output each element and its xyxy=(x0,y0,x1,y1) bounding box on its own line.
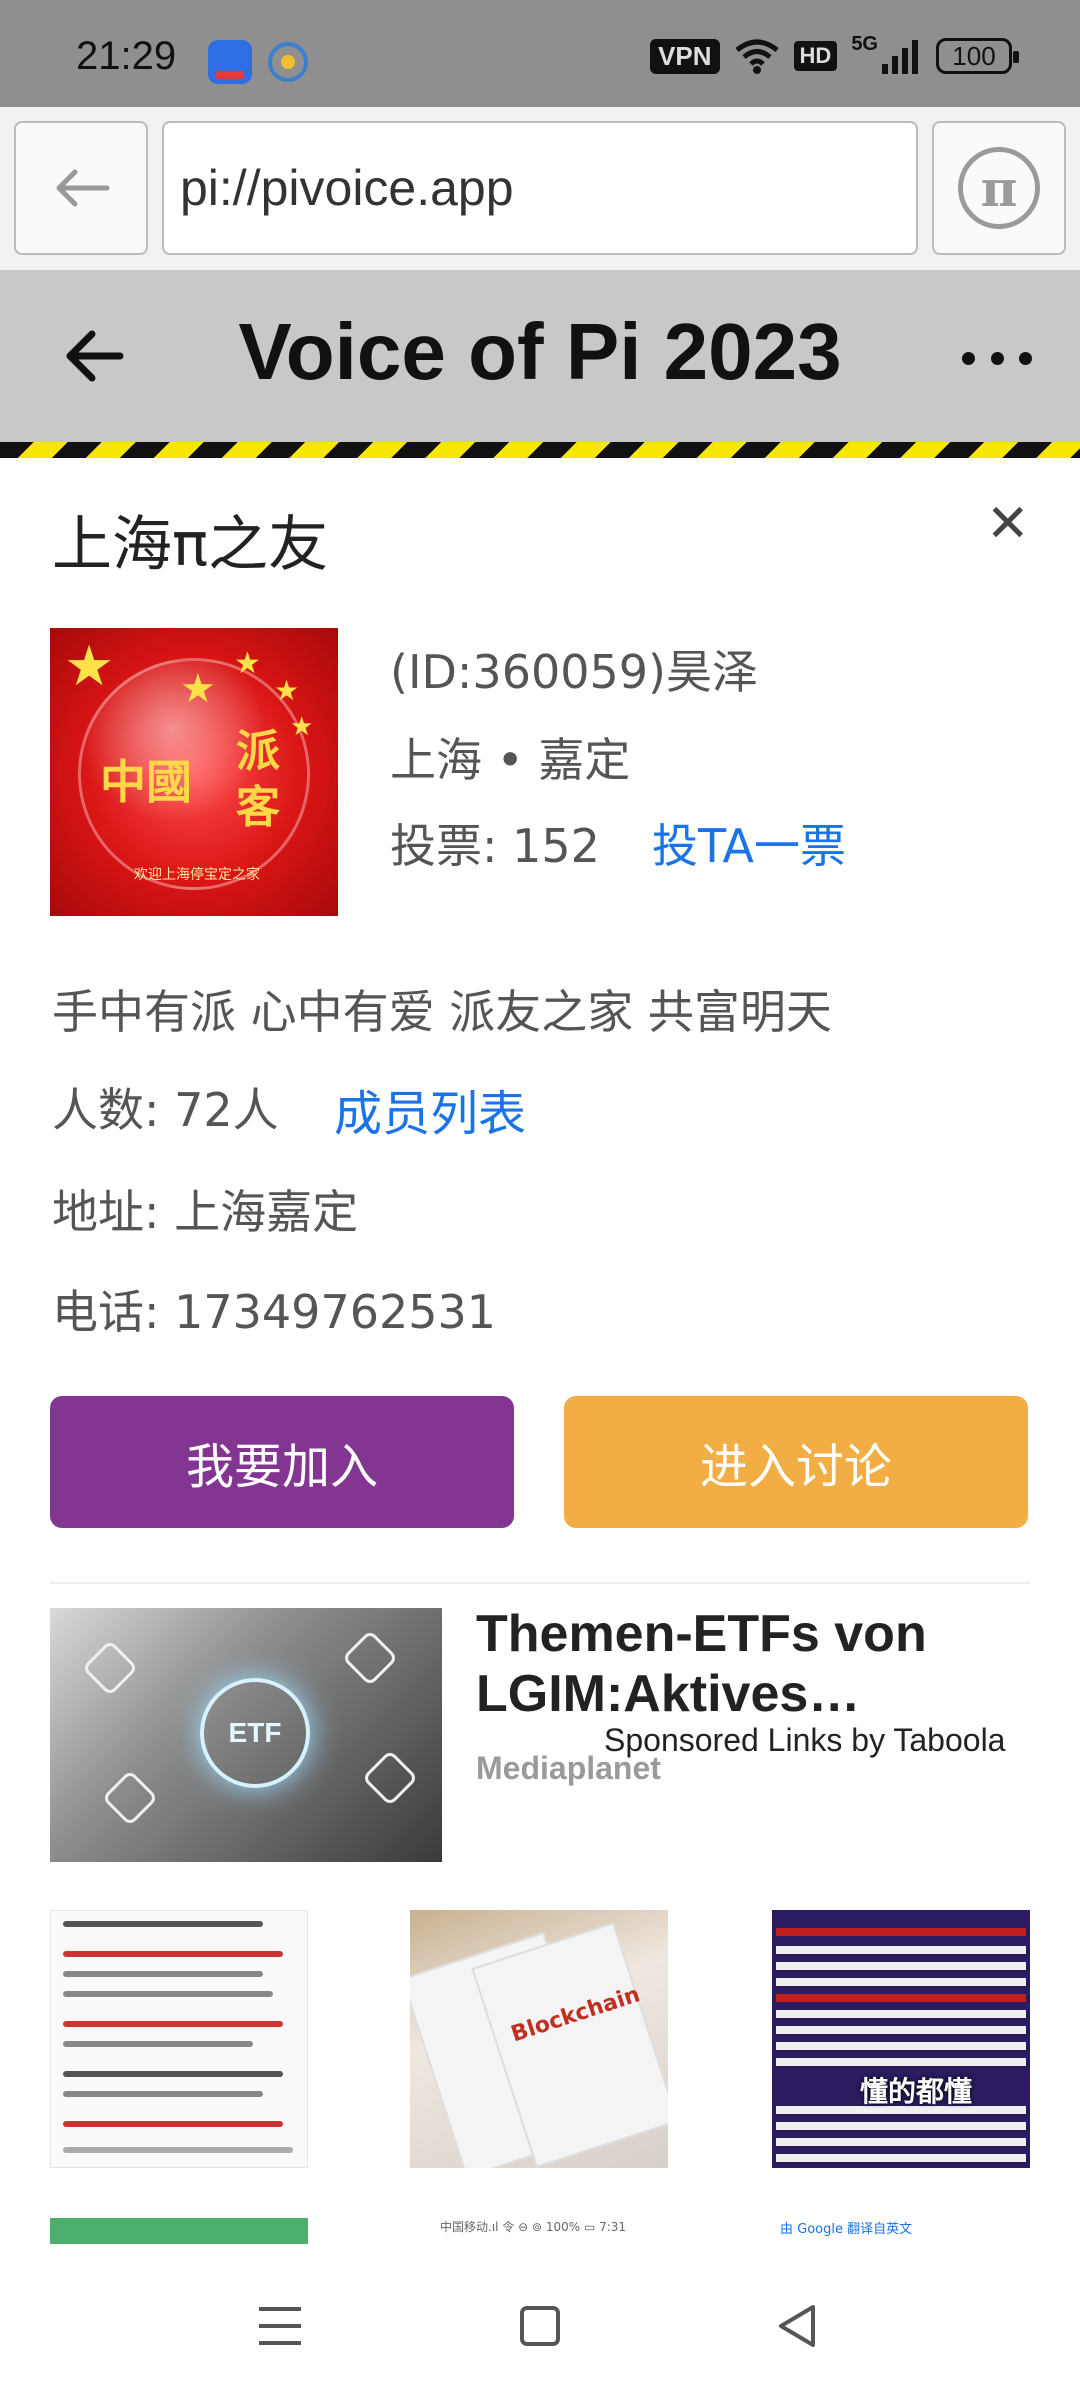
hd-badge: HD xyxy=(793,41,838,71)
group-id-leader: (ID:360059)昊泽 xyxy=(390,645,758,699)
etf-glow-icon: ETF xyxy=(200,1678,310,1788)
recommendation-thumbnail[interactable]: 懂的都懂 xyxy=(772,1910,1030,2168)
table-row xyxy=(776,1946,1026,1954)
triangle-back-icon[interactable] xyxy=(756,2286,836,2366)
network-type: 5G xyxy=(851,32,878,55)
hazard-stripe-divider xyxy=(0,442,1080,458)
atom-app-icon xyxy=(268,42,308,82)
group-name: 上海π之友 xyxy=(52,510,329,580)
page-title: Voice of Pi 2023 xyxy=(238,307,842,396)
thumb-line xyxy=(63,2021,283,2027)
hex-icon xyxy=(361,1749,419,1807)
member-count: 人数: 72人 xyxy=(52,1083,279,1137)
logo-text-left: 中國 xyxy=(100,755,192,809)
logo-caption: 欢迎上海停宝定之家 xyxy=(134,867,260,883)
signal-icon xyxy=(882,38,922,74)
ad-image[interactable]: ETF xyxy=(50,1608,442,1862)
group-votes: 投票: 152 xyxy=(390,819,600,873)
baidu-app-icon xyxy=(208,40,252,84)
more-menu-button[interactable] xyxy=(962,328,1032,388)
star-icon: ★ xyxy=(180,666,216,712)
sponsored-label[interactable]: Sponsored Links by Taboola xyxy=(604,1722,1005,1759)
star-icon: ★ xyxy=(290,712,314,742)
close-icon[interactable]: ✕ xyxy=(986,494,1030,554)
partial-thumbnail-text: 中国移动.ıl 令 ⊖ ⊚ 100% ▭ 7:31 xyxy=(440,2220,627,2234)
menu-icon[interactable] xyxy=(240,2286,320,2366)
pi-browser-button[interactable]: π xyxy=(932,121,1066,255)
hex-icon xyxy=(341,1629,399,1687)
table-row xyxy=(776,2154,1026,2162)
join-button[interactable]: 我要加入 xyxy=(50,1396,514,1528)
table-row xyxy=(776,1962,1026,1970)
pi-logo-icon: π xyxy=(958,147,1040,229)
discuss-button[interactable]: 进入讨论 xyxy=(564,1396,1028,1528)
logo-text-right: 派客 xyxy=(236,726,280,833)
ad-source: Mediaplanet xyxy=(476,1750,661,1786)
more-dot xyxy=(962,351,975,365)
divider xyxy=(50,1582,1030,1584)
recommendation-thumbnail[interactable] xyxy=(50,1910,308,2168)
browser-bar: pi://pivoice.app π xyxy=(0,107,1080,270)
table-row xyxy=(776,1994,1026,2002)
star-icon: ★ xyxy=(234,646,261,681)
table-row xyxy=(776,2138,1026,2146)
recommendation-thumbnail[interactable]: Blockchain xyxy=(410,1910,668,2168)
thumb-line xyxy=(63,1991,273,1997)
table-row xyxy=(776,2026,1026,2034)
battery-icon: 100 xyxy=(936,38,1019,74)
system-nav-bar xyxy=(0,2252,1080,2400)
table-row xyxy=(776,2058,1026,2066)
thumb-line xyxy=(63,2147,293,2153)
thumb-line xyxy=(63,2121,283,2127)
thumb-line xyxy=(63,1921,263,1927)
star-icon: ★ xyxy=(64,634,115,699)
vpn-badge: VPN xyxy=(650,38,720,74)
group-phone: 电话: 17349762531 xyxy=(52,1285,497,1339)
url-field[interactable]: pi://pivoice.app xyxy=(162,121,918,255)
star-icon: ★ xyxy=(274,674,300,707)
more-dot xyxy=(1019,351,1032,365)
vote-link[interactable]: 投TA一票 xyxy=(652,810,846,876)
table-row xyxy=(776,2010,1026,2018)
partial-thumbnail[interactable] xyxy=(50,2218,308,2244)
thumb-line xyxy=(63,1951,283,1957)
hex-icon xyxy=(101,1769,159,1827)
thumb-line xyxy=(63,2041,253,2047)
table-row xyxy=(776,2122,1026,2130)
wifi-icon xyxy=(734,38,780,74)
browser-back-button[interactable] xyxy=(14,121,148,255)
status-time: 21:29 xyxy=(76,34,177,78)
hex-icon xyxy=(81,1639,139,1697)
group-slogan: 手中有派 心中有爱 派友之家 共富明天 xyxy=(52,985,832,1039)
thumb-line xyxy=(63,2071,283,2077)
status-right-group: VPN HD 5G 100 xyxy=(650,33,1019,74)
group-location: 上海 • 嘉定 xyxy=(390,733,631,787)
thumb-caption: 懂的都懂 xyxy=(860,2075,973,2108)
group-address: 地址: 上海嘉定 xyxy=(52,1185,359,1239)
book-title: Blockchain xyxy=(508,1982,644,2048)
member-list-link[interactable]: 成员列表 xyxy=(334,1074,526,1144)
partial-thumbnail-text: 由 Google 翻译自英文 xyxy=(780,2222,913,2237)
table-row xyxy=(776,1928,1026,1936)
group-logo-image: ★ ★ ★ ★ ★ 中國 派客 欢迎上海停宝定之家 xyxy=(50,628,338,916)
more-dot xyxy=(990,351,1004,365)
square-icon[interactable] xyxy=(500,2286,580,2366)
thumb-line xyxy=(63,1971,263,1977)
app-header: Voice of Pi 2023 xyxy=(0,270,1080,442)
table-row xyxy=(776,2042,1026,2050)
ad-title[interactable]: Themen-ETFs von LGIM:Aktives… xyxy=(476,1604,1036,1724)
thumb-line xyxy=(63,2091,263,2097)
arrow-left-icon xyxy=(56,169,110,207)
status-bar: 21:29 VPN HD 5G 100 xyxy=(0,0,1080,107)
table-row xyxy=(776,1978,1026,1986)
